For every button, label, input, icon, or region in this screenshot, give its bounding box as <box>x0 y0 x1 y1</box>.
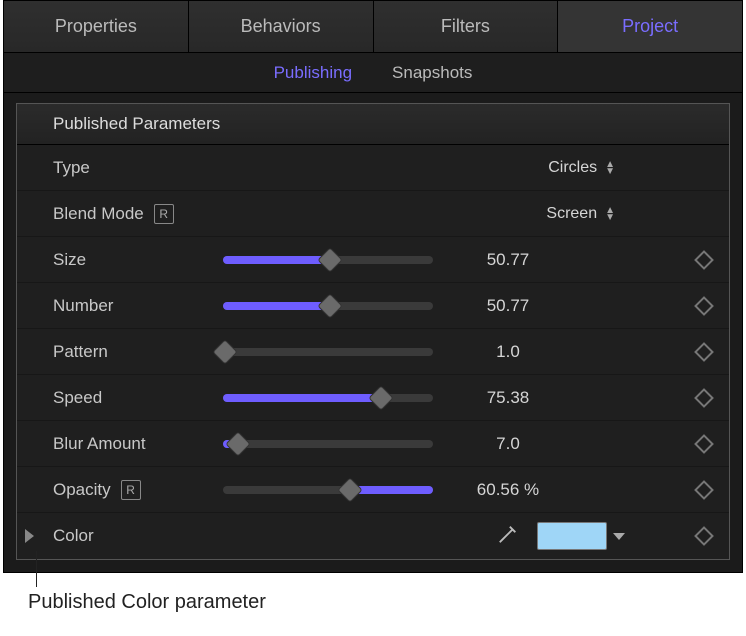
type-dropdown[interactable]: Circles ▲▼ <box>435 159 615 177</box>
param-row-blend-mode: Blend Mode R Screen ▲▼ <box>17 191 729 237</box>
number-slider[interactable] <box>223 302 433 310</box>
inspector-panel: Properties Behaviors Filters Project Pub… <box>3 0 743 573</box>
opacity-text: Opacity <box>53 480 111 500</box>
keyframe-icon[interactable] <box>694 296 714 316</box>
stepper-icon: ▲▼ <box>605 207 615 221</box>
tab-properties-label: Properties <box>55 16 137 37</box>
param-row-opacity: Opacity R 60.56 % <box>17 467 729 513</box>
subtab-publishing[interactable]: Publishing <box>274 63 352 83</box>
rig-badge-icon[interactable]: R <box>154 204 174 224</box>
callout-leader-line <box>36 551 37 587</box>
blur-slider[interactable] <box>223 440 433 448</box>
param-row-type: Type Circles ▲▼ <box>17 145 729 191</box>
number-value[interactable]: 50.77 <box>453 296 563 316</box>
type-value: Circles <box>548 159 597 177</box>
tab-behaviors[interactable]: Behaviors <box>189 1 374 52</box>
content-area: Published Parameters Type Circles ▲▼ Ble… <box>4 93 742 572</box>
eyedropper-icon[interactable] <box>497 523 519 550</box>
keyframe-icon[interactable] <box>694 526 714 546</box>
param-label-blur: Blur Amount <box>53 434 223 454</box>
speed-slider[interactable] <box>223 394 433 402</box>
param-row-color: Color <box>17 513 729 559</box>
tab-filters-label: Filters <box>441 16 490 37</box>
subtab-snapshots[interactable]: Snapshots <box>392 63 472 83</box>
param-label-type: Type <box>53 158 223 178</box>
blend-mode-value: Screen <box>546 205 597 223</box>
param-label-pattern: Pattern <box>53 342 223 362</box>
tab-project[interactable]: Project <box>558 1 742 52</box>
chevron-down-icon[interactable] <box>613 533 625 540</box>
keyframe-icon[interactable] <box>694 388 714 408</box>
blend-mode-text: Blend Mode <box>53 204 144 224</box>
opacity-value[interactable]: 60.56 % <box>453 480 563 500</box>
color-swatch-control <box>537 522 625 550</box>
annotation-callout: Published Color parameter <box>0 573 746 614</box>
param-label-number: Number <box>53 296 223 316</box>
rig-badge-icon[interactable]: R <box>121 480 141 500</box>
param-label-blend-mode: Blend Mode R <box>53 204 223 224</box>
pattern-value[interactable]: 1.0 <box>453 342 563 362</box>
tab-filters[interactable]: Filters <box>374 1 559 52</box>
disclosure-triangle-icon[interactable] <box>25 529 34 543</box>
param-label-speed: Speed <box>53 388 223 408</box>
param-row-number: Number 50.77 <box>17 283 729 329</box>
size-slider[interactable] <box>223 256 433 264</box>
blur-value[interactable]: 7.0 <box>453 434 563 454</box>
main-tabs: Properties Behaviors Filters Project <box>4 1 742 53</box>
stepper-icon: ▲▼ <box>605 161 615 175</box>
keyframe-icon[interactable] <box>694 250 714 270</box>
param-row-size: Size 50.77 <box>17 237 729 283</box>
param-label-size: Size <box>53 250 223 270</box>
param-row-blur: Blur Amount 7.0 <box>17 421 729 467</box>
size-value[interactable]: 50.77 <box>453 250 563 270</box>
published-parameters-group: Published Parameters Type Circles ▲▼ Ble… <box>16 103 730 560</box>
tab-behaviors-label: Behaviors <box>241 16 321 37</box>
color-swatch[interactable] <box>537 522 607 550</box>
tab-properties[interactable]: Properties <box>4 1 189 52</box>
param-label-color: Color <box>53 526 223 546</box>
keyframe-icon[interactable] <box>694 480 714 500</box>
keyframe-icon[interactable] <box>694 342 714 362</box>
speed-value[interactable]: 75.38 <box>453 388 563 408</box>
callout-text: Published Color parameter <box>28 591 266 613</box>
pattern-slider[interactable] <box>223 348 433 356</box>
blend-mode-dropdown[interactable]: Screen ▲▼ <box>435 205 615 223</box>
tab-project-label: Project <box>622 16 678 37</box>
group-title: Published Parameters <box>17 104 729 145</box>
opacity-slider[interactable] <box>223 486 433 494</box>
param-row-speed: Speed 75.38 <box>17 375 729 421</box>
param-row-pattern: Pattern 1.0 <box>17 329 729 375</box>
sub-tabs: Publishing Snapshots <box>4 53 742 93</box>
keyframe-icon[interactable] <box>694 434 714 454</box>
param-label-opacity: Opacity R <box>53 480 223 500</box>
